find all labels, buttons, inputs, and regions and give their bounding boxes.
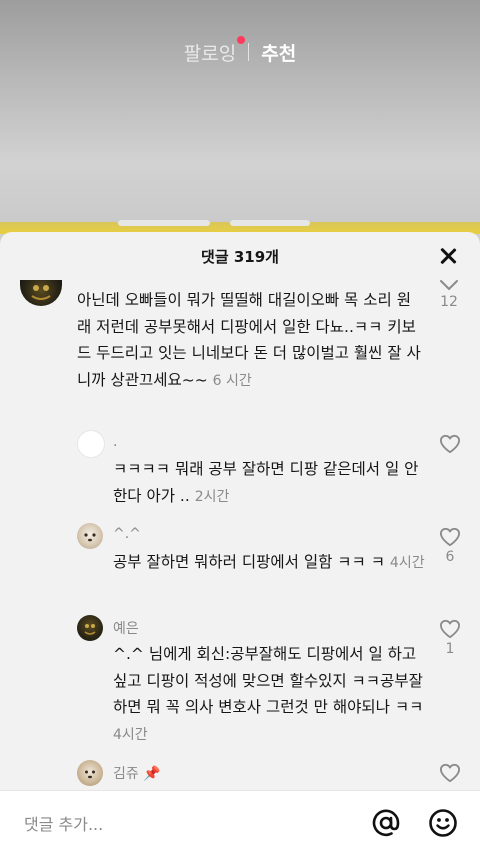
avatar-image	[84, 533, 96, 542]
comment-username[interactable]: ^.^	[113, 526, 141, 542]
comment-text: ㅋㅋㅋㅋ 뭐래 공부 잘하면 디팡 같은데서 일 안 한다 아가 .. 2시간	[113, 456, 428, 510]
comment-body: ^.^ 님에게 회신:공부잘해도 디팡에서 일 하고 싶고 디팡이 적성에 맞으…	[113, 645, 424, 716]
avatar-image	[31, 285, 51, 300]
like-button[interactable]: 1	[438, 619, 462, 657]
rail-notch	[230, 220, 310, 226]
emoji-button[interactable]	[427, 807, 459, 839]
smiley-icon	[429, 809, 457, 837]
tab-following-label: 팔로잉	[183, 42, 237, 65]
like-count: 6	[445, 549, 455, 565]
comment-time: 4시간	[113, 726, 148, 743]
mention-button[interactable]	[370, 807, 402, 839]
heart-icon	[439, 527, 460, 547]
like-button[interactable]	[438, 434, 462, 456]
avatar-image	[85, 770, 95, 779]
tab-recommended-label: 추천	[261, 42, 297, 65]
comment-body: 공부 잘하면 뭐하러 디팡에서 일함 ㅋㅋ ㅋ	[113, 553, 385, 571]
like-count: 12	[440, 294, 458, 310]
comment-username[interactable]: 김쥬 📌	[113, 763, 161, 783]
comment-username[interactable]: 예은	[113, 618, 139, 638]
comments-count-title: 댓글 319개	[201, 247, 279, 266]
heart-icon	[439, 619, 460, 639]
like-count: 1	[445, 641, 455, 657]
like-button[interactable]: 6	[438, 527, 462, 565]
comment-input[interactable]: 댓글 추가...	[24, 811, 103, 835]
comments-sheet: 댓글 319개 아닌데 오빠들이 뭐가 띨띨해 대길이오빠 목 소리 원래 저런…	[0, 232, 480, 854]
close-icon[interactable]	[436, 244, 460, 268]
sheet-header: 댓글 319개	[0, 232, 480, 280]
comment-text: 아닌데 오빠들이 뭐가 띨띨해 대길이오빠 목 소리 원래 저런데 공부못해서 …	[77, 287, 422, 394]
tab-recommended[interactable]: 추천	[249, 39, 308, 66]
comment-username[interactable]: .	[113, 434, 117, 450]
avatar[interactable]	[77, 430, 105, 458]
like-button[interactable]	[438, 763, 462, 783]
feed-tabs: 팔로잉 추천	[0, 35, 480, 66]
at-sign-icon	[372, 809, 400, 837]
rail-notch	[118, 220, 210, 226]
video-background[interactable]	[0, 0, 480, 232]
avatar[interactable]	[77, 615, 103, 641]
avatar[interactable]	[77, 760, 103, 786]
notification-dot	[237, 35, 246, 44]
heart-icon	[439, 434, 460, 454]
comment-input-bar: 댓글 추가...	[0, 790, 480, 855]
comment-body: ㅋㅋㅋㅋ 뭐래 공부 잘하면 디팡 같은데서 일 안 한다 아가 ..	[113, 460, 419, 505]
collapse-replies[interactable]: 12	[437, 278, 461, 310]
tab-following[interactable]: 팔로잉	[172, 35, 248, 66]
avatar[interactable]	[20, 280, 62, 306]
comment-time: 2시간	[194, 488, 230, 505]
avatar-image	[84, 624, 96, 635]
comment-text: 공부 잘하면 뭐하러 디팡에서 일함 ㅋㅋ ㅋ 4시간	[113, 549, 428, 577]
comment-time: 6 시간	[212, 372, 252, 389]
chevron-down-icon	[440, 280, 458, 291]
comment-time: 4시간	[389, 555, 425, 571]
avatar[interactable]	[77, 523, 103, 549]
comment-text: ^.^ 님에게 회신:공부잘해도 디팡에서 일 하고 싶고 디팡이 적성에 맞으…	[113, 641, 428, 748]
heart-icon	[439, 763, 460, 783]
